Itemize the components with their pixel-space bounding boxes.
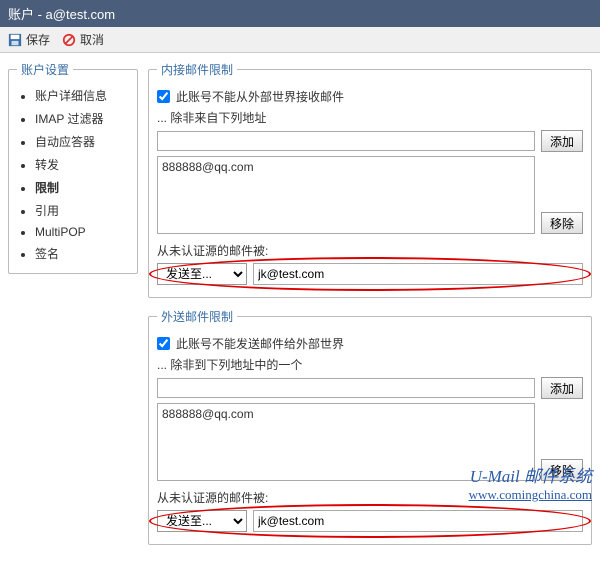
sidebar-item[interactable]: IMAP 过滤器 [35,107,129,130]
inbound-listbox[interactable]: 888888@qq.com [157,156,535,234]
save-label: 保存 [26,31,50,48]
sidebar-item[interactable]: 账户详细信息 [35,84,129,107]
inbound-exception-label: ... 除非来自下列地址 [157,109,266,126]
cancel-label: 取消 [80,31,104,48]
cancel-button[interactable]: 取消 [62,31,104,48]
sidebar-item[interactable]: MultiPOP [35,222,129,242]
outbound-unauth-label: 从未认证源的邮件被: [157,489,268,506]
list-item[interactable]: 888888@qq.com [162,407,530,421]
outbound-address-input[interactable] [157,378,535,398]
inbound-fieldset: 内接邮件限制 此账号不能从外部世界接收邮件 ... 除非来自下列地址 添加 88… [148,61,592,298]
list-item[interactable]: 888888@qq.com [162,160,530,174]
sidebar-item[interactable]: 签名 [35,242,129,265]
sidebar-fieldset: 账户设置 账户详细信息IMAP 过滤器自动应答器转发限制引用MultiPOP签名 [8,61,138,274]
outbound-exception-label: ... 除非到下列地址中的一个 [157,356,302,373]
inbound-checkbox[interactable] [157,90,170,103]
inbound-legend: 内接邮件限制 [157,61,237,78]
sidebar-item[interactable]: 限制 [35,176,129,199]
outbound-remove-button[interactable]: 移除 [541,459,583,481]
inbound-address-input[interactable] [157,131,535,151]
save-button[interactable]: 保存 [8,31,50,48]
toolbar: 保存 取消 [0,27,600,53]
outbound-action-select[interactable]: 发送至... [157,510,247,532]
nav-list: 账户详细信息IMAP 过滤器自动应答器转发限制引用MultiPOP签名 [17,84,129,265]
outbound-checkbox-label: 此账号不能发送邮件给外部世界 [176,335,344,352]
outbound-legend: 外送邮件限制 [157,308,237,325]
inbound-action-select[interactable]: 发送至... [157,263,247,285]
disk-icon [8,33,22,47]
inbound-remove-button[interactable]: 移除 [541,212,583,234]
titlebar: 账户 - a@test.com [0,0,600,27]
inbound-unauth-label: 从未认证源的邮件被: [157,242,268,259]
inbound-add-button[interactable]: 添加 [541,130,583,152]
outbound-dest-input[interactable] [253,510,583,532]
sidebar-item[interactable]: 引用 [35,199,129,222]
inbound-checkbox-label: 此账号不能从外部世界接收邮件 [176,88,344,105]
cancel-icon [62,33,76,47]
inbound-dest-input[interactable] [253,263,583,285]
sidebar-item[interactable]: 自动应答器 [35,130,129,153]
sidebar-item[interactable]: 转发 [35,153,129,176]
outbound-add-button[interactable]: 添加 [541,377,583,399]
outbound-fieldset: 外送邮件限制 此账号不能发送邮件给外部世界 ... 除非到下列地址中的一个 添加… [148,308,592,545]
sidebar-legend: 账户设置 [17,61,73,78]
outbound-checkbox[interactable] [157,337,170,350]
outbound-listbox[interactable]: 888888@qq.com [157,403,535,481]
